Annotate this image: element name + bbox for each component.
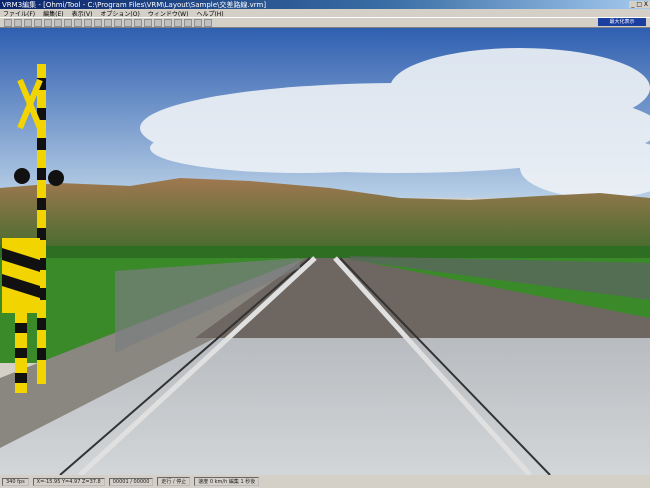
select-icon[interactable] [34, 18, 42, 27]
zoom-icon[interactable] [104, 18, 112, 27]
menu-bar: ファイル(F) 編集(E) 表示(V) オプション(O) ウィンドウ(W) ヘル… [0, 9, 650, 18]
crossing-icon[interactable] [174, 18, 182, 27]
title-bar: VRM3編集 - [Ohmi/Tool - C:\Program Files\V… [0, 0, 650, 9]
status-bar: 340 fps X=-15.95 Y=4.97 Z=37.8 00001 / 0… [0, 475, 650, 488]
status-mode: 走行 / 停止 [157, 477, 191, 486]
train-icon[interactable] [54, 18, 62, 27]
3d-viewport[interactable] [0, 28, 650, 475]
status-coordinates: X=-15.95 Y=4.97 Z=37.8 [32, 477, 105, 486]
help-icon[interactable] [204, 18, 212, 27]
tree-icon[interactable] [74, 18, 82, 27]
light-icon[interactable] [144, 18, 152, 27]
line-tool-icon[interactable] [4, 18, 12, 27]
pointer-icon[interactable] [194, 18, 202, 27]
window-controls[interactable]: _ □ X [629, 1, 650, 8]
move-icon[interactable] [114, 18, 122, 27]
view-icon[interactable] [134, 18, 142, 27]
status-speed: 速度 0 km/h 編集 1 秒後 [194, 477, 260, 486]
signal-icon[interactable] [84, 18, 92, 27]
play-icon[interactable] [184, 18, 192, 27]
grid-icon[interactable] [24, 18, 32, 27]
maximize-view-button[interactable]: 最大化表示 [598, 18, 646, 26]
building-icon[interactable] [64, 18, 72, 27]
camera-icon[interactable] [124, 18, 132, 27]
rail-icon[interactable] [14, 18, 22, 27]
circle-icon[interactable] [44, 18, 52, 27]
sound-icon[interactable] [164, 18, 172, 27]
status-counter: 00001 / 00000 [108, 477, 154, 486]
status-fps: 340 fps [2, 477, 29, 486]
stop-icon[interactable] [154, 18, 162, 27]
toolbar [0, 17, 650, 28]
rotate-icon[interactable] [94, 18, 102, 27]
